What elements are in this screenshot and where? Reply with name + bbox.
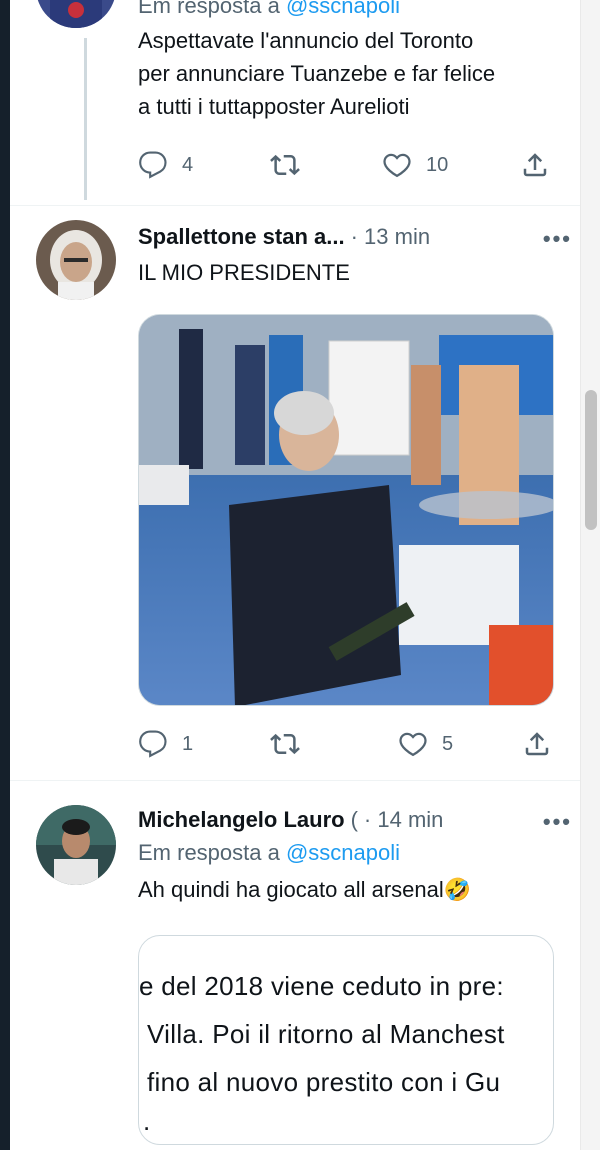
avatar[interactable] bbox=[36, 220, 116, 300]
rolling-laughing-emoji: 🤣 bbox=[443, 877, 472, 902]
like-button[interactable]: 5 bbox=[398, 729, 522, 759]
reply-count: 4 bbox=[182, 153, 194, 176]
reply-count: 1 bbox=[182, 732, 194, 755]
heart-icon bbox=[399, 732, 427, 757]
reply-icon bbox=[139, 151, 167, 179]
thread-line bbox=[84, 38, 87, 200]
author-name[interactable]: Spallettone stan a... bbox=[138, 224, 345, 250]
timestamp[interactable]: · 13 min bbox=[351, 224, 430, 250]
like-button[interactable]: 10 bbox=[382, 150, 520, 180]
tweet-2[interactable]: Spallettone stan a... · 13 min ••• IL MI… bbox=[10, 206, 580, 778]
tweet-actions: 1 5 bbox=[138, 726, 552, 762]
reply-handle-link[interactable]: @sscnapoli bbox=[286, 840, 400, 865]
quoted-image-text: e del 2018 viene ceduto in pre: Villa. P… bbox=[139, 971, 505, 1136]
tweet-video[interactable] bbox=[138, 314, 554, 706]
avatar[interactable] bbox=[36, 805, 116, 885]
quoted-image-card[interactable]: e del 2018 viene ceduto in pre: Villa. P… bbox=[138, 935, 554, 1145]
like-count: 5 bbox=[442, 732, 454, 755]
author-name[interactable]: Michelangelo Lauro bbox=[138, 807, 345, 833]
tweet-3[interactable]: Michelangelo Lauro ( · 14 min ••• Em res… bbox=[10, 781, 580, 1150]
avatar[interactable] bbox=[36, 0, 116, 28]
like-count: 10 bbox=[426, 153, 449, 176]
tweet-text: Ah quindi ha giocato all arsenal🤣 bbox=[138, 877, 472, 902]
share-icon bbox=[523, 153, 547, 177]
name-overflow: ( bbox=[350, 807, 358, 832]
retweet-button[interactable] bbox=[270, 729, 398, 759]
tweet-reply-1[interactable]: Em resposta a @sscnapoli Aspettavate l'a… bbox=[10, 0, 580, 200]
more-options-icon[interactable]: ••• bbox=[543, 226, 572, 252]
retweet-icon bbox=[270, 154, 300, 176]
tweet-text: Aspettavate l'annuncio del Toronto per a… bbox=[138, 28, 496, 119]
share-button[interactable] bbox=[522, 729, 552, 759]
reply-icon bbox=[139, 730, 167, 758]
tweet-text: IL MIO PRESIDENTE bbox=[138, 260, 350, 285]
reply-handle-link[interactable]: @sscnapoli bbox=[286, 0, 400, 18]
retweet-button[interactable] bbox=[270, 150, 382, 180]
scrollbar-thumb[interactable] bbox=[585, 390, 597, 530]
reply-button[interactable]: 1 bbox=[138, 729, 270, 759]
reply-to: Em resposta a @sscnapoli bbox=[138, 840, 401, 865]
window-left-edge bbox=[0, 0, 10, 1150]
scrollbar[interactable] bbox=[580, 0, 600, 1150]
heart-icon bbox=[383, 153, 411, 178]
timestamp[interactable]: · 14 min bbox=[364, 807, 443, 833]
retweet-icon bbox=[270, 733, 300, 755]
more-options-icon[interactable]: ••• bbox=[543, 809, 572, 835]
reply-to: Em resposta a @sscnapoli bbox=[138, 0, 572, 22]
share-button[interactable] bbox=[520, 150, 550, 180]
tweet-actions: 4 10 bbox=[138, 147, 552, 183]
share-icon bbox=[525, 732, 549, 756]
reply-button[interactable]: 4 bbox=[138, 150, 270, 180]
